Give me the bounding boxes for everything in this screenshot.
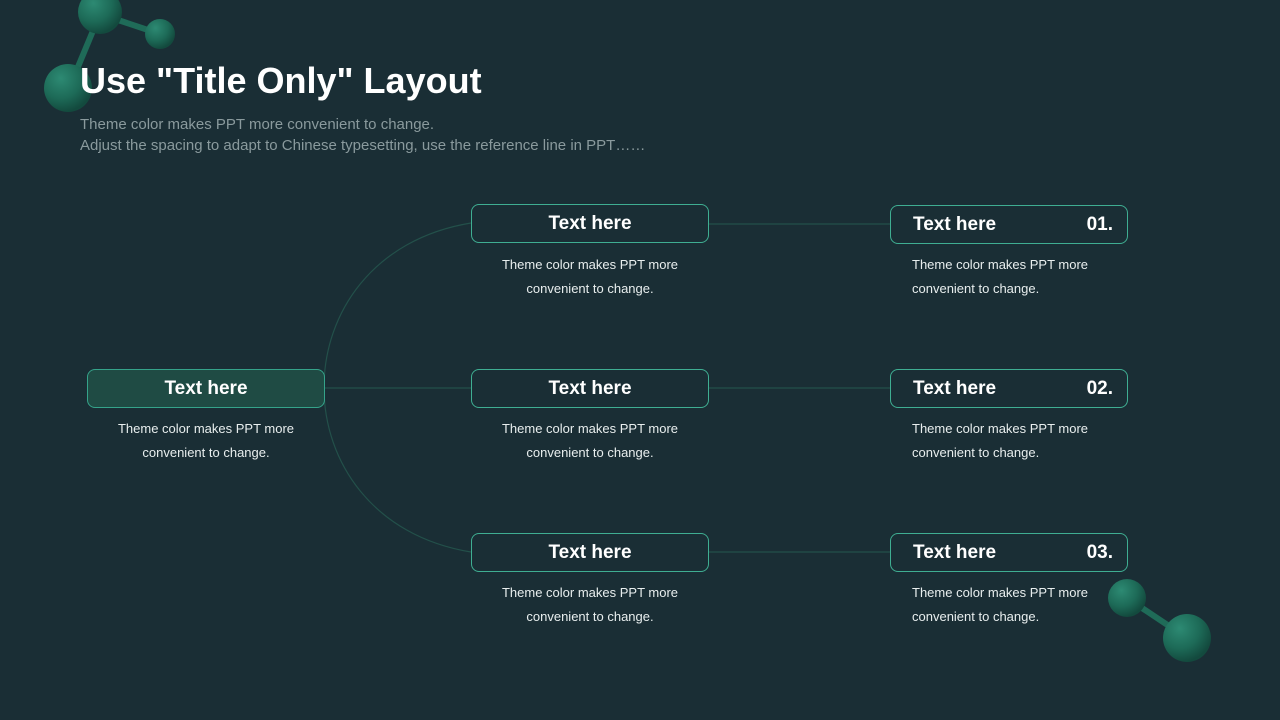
description-line-2: convenient to change. (526, 281, 654, 296)
slide: Use "Title Only" Layout Theme color make… (0, 0, 1280, 720)
description-line-2: convenient to change. (526, 609, 654, 624)
description-line-1: Theme color makes PPT more (501, 421, 679, 436)
description-line-1: Theme color makes PPT more (501, 585, 679, 600)
description-line-1: Theme color makes PPT more (117, 421, 295, 436)
description-line-2: convenient to change. (142, 445, 270, 460)
right-node-2: Text here 02. (890, 369, 1128, 408)
middle-node-label: Text here (548, 212, 632, 234)
middle-node-1: Text here (471, 204, 709, 243)
middle-node-label: Text here (548, 541, 632, 563)
description-line-2: convenient to change. (912, 609, 1040, 624)
right-node-label: Text here (913, 541, 997, 563)
middle-node-3-description: Theme color makes PPT more convenient to… (471, 581, 709, 629)
middle-node-3: Text here (471, 533, 709, 572)
right-node-label: Text here (913, 377, 997, 399)
description-line-2: convenient to change. (526, 445, 654, 460)
right-node-3: Text here 03. (890, 533, 1128, 572)
description-line-2: convenient to change. (912, 445, 1040, 460)
root-node: Text here (87, 369, 325, 408)
description-line-1: Theme color makes PPT more (912, 421, 1089, 436)
subtitle-line-1: Theme color makes PPT more convenient to… (80, 116, 435, 133)
middle-node-2: Text here (471, 369, 709, 408)
middle-node-1-description: Theme color makes PPT more convenient to… (471, 253, 709, 301)
right-node-3-description: Theme color makes PPT more convenient to… (912, 581, 1112, 629)
right-node-number: 02. (1086, 377, 1113, 399)
right-node-label: Text here (913, 213, 997, 235)
description-line-1: Theme color makes PPT more (501, 257, 679, 272)
right-node-2-description: Theme color makes PPT more convenient to… (912, 417, 1112, 465)
page-subtitle: Theme color makes PPT more convenient to… (80, 114, 645, 156)
subtitle-line-2: Adjust the spacing to adapt to Chinese t… (80, 137, 646, 154)
right-node-number: 03. (1086, 541, 1113, 563)
root-node-label: Text here (164, 377, 248, 399)
page-title: Use "Title Only" Layout (80, 60, 482, 101)
middle-node-2-description: Theme color makes PPT more convenient to… (471, 417, 709, 465)
right-node-1-description: Theme color makes PPT more convenient to… (912, 253, 1112, 301)
description-line-1: Theme color makes PPT more (912, 257, 1089, 272)
right-node-number: 01. (1086, 213, 1113, 235)
root-node-description: Theme color makes PPT more convenient to… (87, 417, 325, 465)
description-line-1: Theme color makes PPT more (912, 585, 1089, 600)
description-line-2: convenient to change. (912, 281, 1040, 296)
right-node-1: Text here 01. (890, 205, 1128, 244)
middle-node-label: Text here (548, 377, 632, 399)
